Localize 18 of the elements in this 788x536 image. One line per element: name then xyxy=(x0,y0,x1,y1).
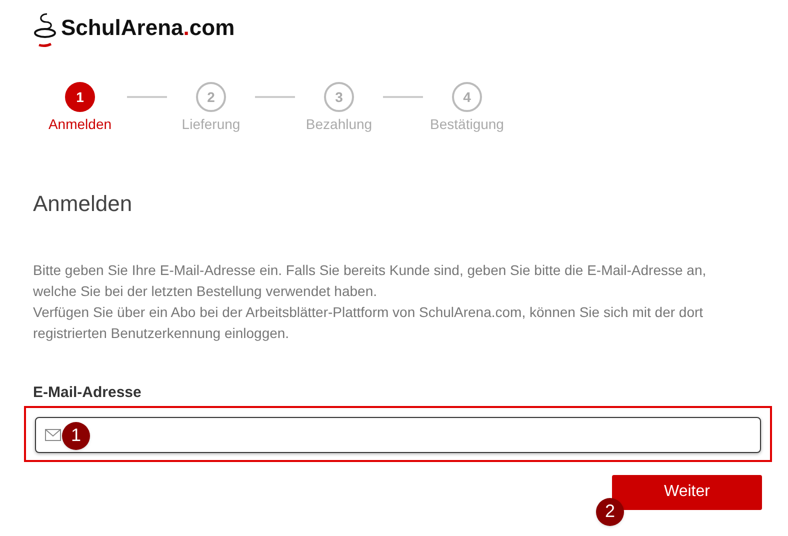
step-number: 1 xyxy=(65,82,95,112)
page-heading: Anmelden xyxy=(33,190,134,218)
intro-paragraph: Verfügen Sie über ein Abo bei der Arbeitsblätter-Plattform von SchulArena.com, können Sie sich mit der dort registrierten Benutzerkennung einloggen. xyxy=(33,303,704,343)
intro-paragraph: Bitte geben Sie Ihre E-Mail-Adresse ein. Falls Sie bereits Kunde sind, geben Sie bitte die E-Mail-Adresse an, welche Sie bei der letzten Bestellung verwendet haben. xyxy=(33,261,708,301)
field-label: E-Mail-Adresse xyxy=(33,383,142,403)
step-number: 3 xyxy=(324,82,354,112)
annotation-marker: 1 xyxy=(62,422,90,450)
step-label: Bezahlung xyxy=(306,115,372,134)
step-number: 2 xyxy=(196,82,226,112)
step-label: Bestätigung xyxy=(430,115,504,134)
step-label: Lieferung xyxy=(182,115,240,134)
logo-text: SchulArena.com xyxy=(61,14,235,42)
logo-icon xyxy=(33,12,59,48)
envelope-icon xyxy=(45,428,61,440)
step-label: Anmelden xyxy=(48,115,112,134)
email-field[interactable] xyxy=(35,416,761,452)
annotation-marker: 2 xyxy=(596,498,624,526)
step-number: 4 xyxy=(452,82,482,112)
